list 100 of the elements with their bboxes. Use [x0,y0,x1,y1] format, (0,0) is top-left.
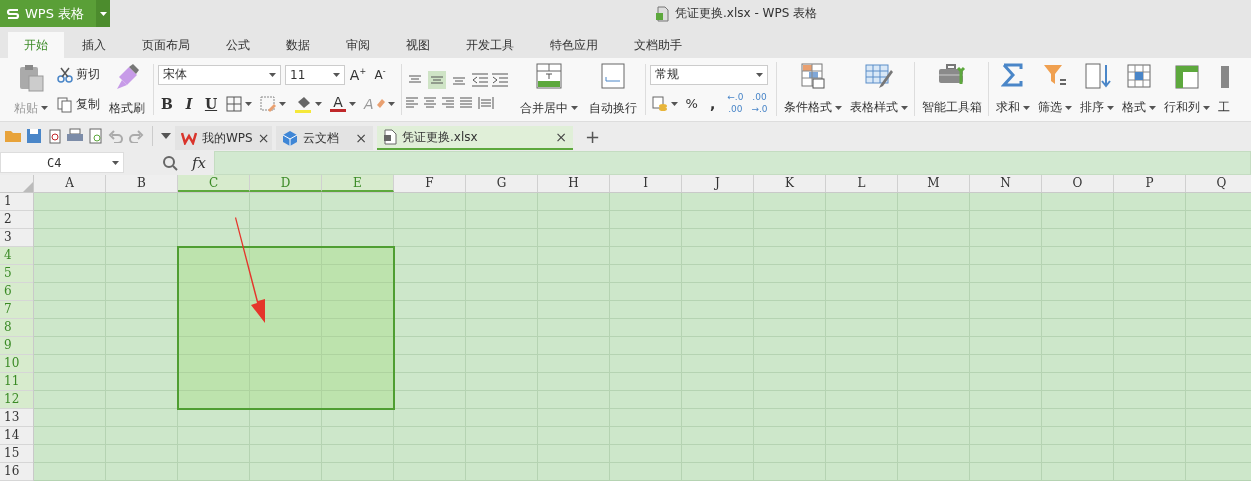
menu-tab[interactable]: 开始 [8,32,64,58]
s-logo-icon [6,6,20,21]
tool-button[interactable]: 表格样式 [845,62,912,116]
row-header[interactable]: 14 [0,427,33,445]
row-header[interactable]: 8 [0,319,33,337]
percent-button[interactable]: % [683,92,700,115]
shrink-font-button[interactable]: A$^{-}$ [371,67,389,82]
undo-icon[interactable] [108,129,124,143]
comma-button[interactable]: , [703,92,722,115]
cut-button[interactable]: 剪切 [55,63,102,86]
tool-button[interactable]: 排序 [1075,62,1118,116]
row-header[interactable]: 15 [0,445,33,463]
zoom-icon[interactable] [162,154,178,171]
wrap-text-button[interactable]: 自动换行 [584,62,641,117]
grow-font-button[interactable]: A$^{+}$ [349,66,367,83]
tool-button[interactable]: 求和 [987,62,1034,116]
vertical-align-button[interactable] [427,70,446,89]
decrease-indent-icon[interactable] [471,72,488,87]
column-header[interactable]: J [682,175,754,192]
close-button[interactable]: × [355,130,367,146]
row-header[interactable]: 4 [0,247,33,265]
row-header[interactable]: 10 [0,355,33,373]
font-family-dropdown[interactable]: 宋体 [158,64,281,85]
tool-button[interactable]: 格式 [1117,62,1160,116]
distribute-icon[interactable] [477,96,494,109]
font-color-button[interactable]: A [328,92,358,115]
increase-indent-icon[interactable] [491,72,508,87]
column-header[interactable]: L [826,175,898,192]
font-size-dropdown[interactable]: 11 [285,64,345,85]
grid-pencil-icon [260,95,276,112]
bold-button[interactable]: B [158,95,176,112]
row-header[interactable]: 13 [0,409,33,427]
add-decimal-button[interactable]: ←.0 .00 [725,92,746,115]
close-button[interactable]: × [257,130,270,146]
text-align-icon[interactable] [405,96,420,109]
menu-tab[interactable]: 数据 [268,32,328,58]
row-header[interactable]: 9 [0,337,33,355]
document-tab[interactable]: 凭证更换.xlsx × [377,126,573,150]
row-header[interactable]: 16 [0,463,33,481]
name-box[interactable]: C4 [0,152,124,173]
format-painter-button[interactable]: 格式刷 [105,62,149,117]
menu-tab[interactable]: 公式 [208,32,268,58]
menu-tab[interactable]: 特色应用 [532,32,616,58]
column-header[interactable]: E [322,175,394,192]
column-header[interactable]: H [538,175,610,192]
text-align-icon[interactable] [423,96,438,109]
coins-icon [651,95,668,112]
tool-button[interactable]: 筛选 [1033,62,1076,116]
table-brush-icon [863,62,894,90]
new-tab-button[interactable]: + [585,125,601,147]
row-header[interactable]: 1 [0,193,33,211]
column-header[interactable]: I [610,175,682,192]
column-header[interactable]: D [250,175,322,192]
column-header[interactable]: A [34,175,106,192]
number-format-dropdown[interactable]: 常规 [649,64,768,85]
text-align-icon[interactable] [459,96,474,109]
caret-icon[interactable] [161,133,171,139]
column-header[interactable]: F [394,175,466,192]
formula-input[interactable] [214,150,1251,175]
conditional-format-icon [798,62,827,90]
column-header[interactable]: G [466,175,538,192]
redo-icon[interactable] [128,129,144,143]
column-header[interactable]: Q [1186,175,1251,192]
close-button[interactable]: × [555,129,567,145]
text-align-icon[interactable] [441,96,456,109]
save-icon[interactable] [26,128,42,144]
folder-icon[interactable] [4,129,22,143]
remove-decimal-button[interactable]: .00 →.0 [749,92,770,115]
menu-tab[interactable]: 审阅 [328,32,388,58]
column-header[interactable]: K [754,175,826,192]
tool-button[interactable]: 条件格式 [775,62,846,116]
menu-tab[interactable]: 开发工具 [448,32,532,58]
print-icon[interactable] [66,128,84,144]
column-header[interactable]: M [898,175,970,192]
copy-button[interactable]: 复制 [55,93,102,116]
caret-icon [670,101,678,106]
cell-grid[interactable] [34,193,1251,481]
column-header[interactable]: N [970,175,1042,192]
row-header[interactable]: 6 [0,283,33,301]
menu-tab[interactable]: 插入 [64,32,124,58]
menu-tab[interactable]: 页面布局 [124,32,208,58]
underline-button[interactable]: U [202,95,220,112]
merge-center-button[interactable]: 合并居中 [515,62,582,117]
print-preview-icon[interactable] [88,128,104,144]
tool-button[interactable]: 智能工具箱 [913,62,986,116]
insert-function-button[interactable]: fx [186,153,212,172]
menu-tab[interactable]: 视图 [388,32,448,58]
document-tab[interactable]: 我的WPS × [175,126,272,150]
italic-button[interactable]: I [180,95,198,112]
row-header[interactable]: 12 [0,391,33,409]
caret-icon [315,101,322,106]
column-header[interactable]: O [1042,175,1114,192]
menu-tab[interactable]: 文档助手 [616,32,700,58]
export-icon[interactable] [46,128,62,144]
tool-button[interactable]: 工 [1213,62,1234,116]
document-tab[interactable]: 云文档 × [276,126,373,150]
tab-label: 我的WPS [202,129,253,147]
tool-button[interactable]: 行和列 [1159,62,1214,116]
column-header[interactable]: P [1114,175,1186,192]
row-header[interactable]: 2 [0,211,33,229]
